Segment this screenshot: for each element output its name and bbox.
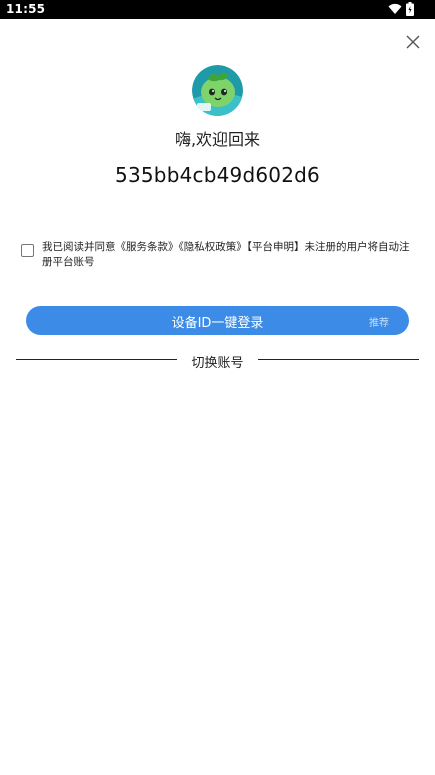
- agreement-checkbox[interactable]: [21, 244, 34, 257]
- status-time: 11:55: [6, 2, 46, 16]
- device-login-button[interactable]: 设备ID一键登录 推荐: [26, 306, 409, 335]
- battery-icon: [406, 2, 414, 16]
- statement-link[interactable]: 【平台申明】: [247, 241, 305, 253]
- close-icon[interactable]: [404, 33, 422, 51]
- switch-account-button[interactable]: 切换账号: [0, 352, 435, 371]
- device-id-text: 535bb4cb49d602d6: [115, 163, 320, 187]
- agreement-text: 我已阅读并同意《服务条款》《隐私权政策》【平台申明】未注册的用户将自动注册平台账…: [42, 240, 414, 270]
- device-login-label: 设备ID一键登录: [171, 316, 264, 331]
- avatar: [192, 65, 243, 116]
- wifi-icon: [388, 3, 402, 15]
- agreement-prefix: 我已阅读并同意: [42, 241, 116, 253]
- welcome-title: 嗨,欢迎回来: [174, 130, 261, 149]
- terms-link[interactable]: 《服务条款》: [116, 241, 179, 253]
- privacy-link[interactable]: 《隐私权政策》: [179, 241, 247, 253]
- recommend-tag: 推荐: [369, 318, 389, 329]
- status-bar: 11:55: [0, 0, 435, 19]
- switch-account-label: 切换账号: [181, 356, 254, 371]
